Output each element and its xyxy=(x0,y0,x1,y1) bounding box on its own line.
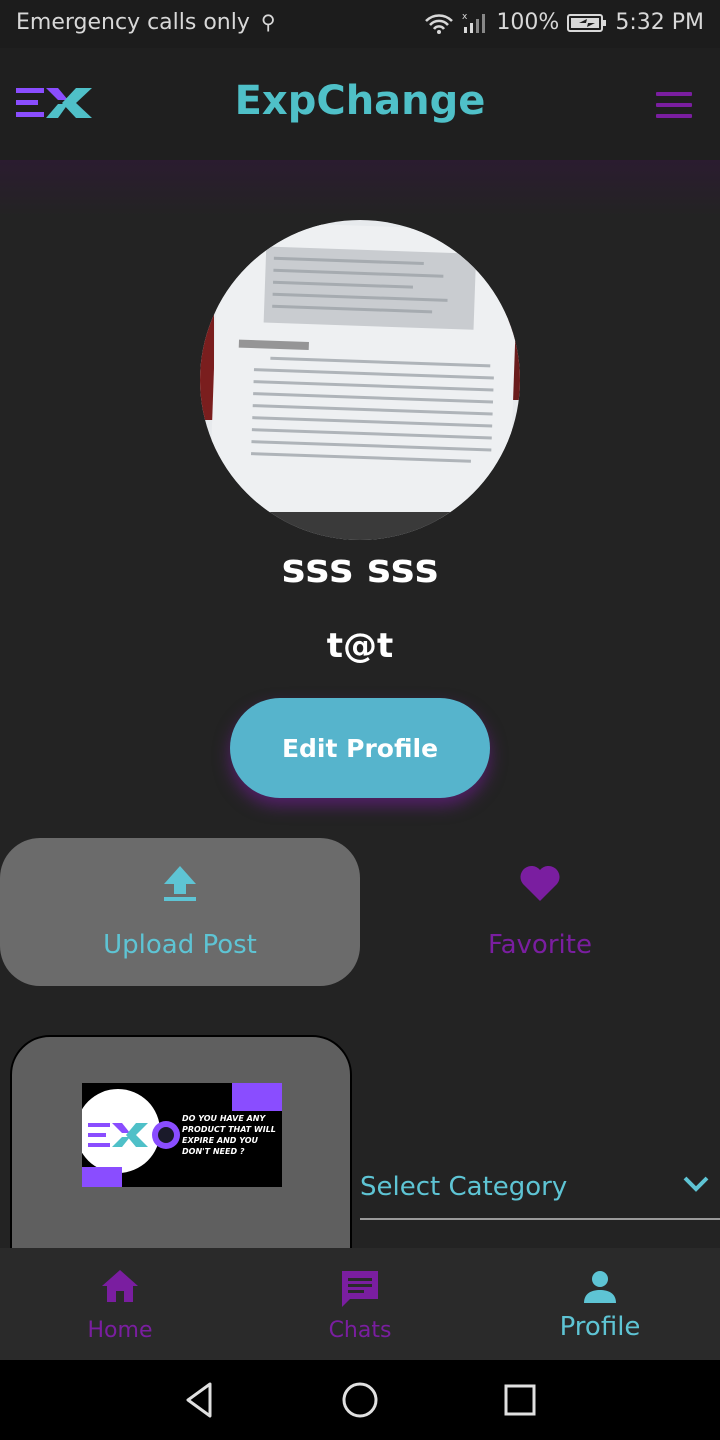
clock-text: 5:32 PM xyxy=(615,10,704,35)
svg-text:x: x xyxy=(462,12,468,22)
nav-profile[interactable]: Profile xyxy=(480,1248,720,1360)
status-left: Emergency calls only ⚲ xyxy=(16,10,276,35)
hamburger-menu-icon[interactable] xyxy=(656,92,692,120)
home-icon xyxy=(102,1270,138,1302)
upload-icon xyxy=(164,866,196,901)
status-bar: Emergency calls only ⚲ x 100% 5:32 PM xyxy=(0,0,720,48)
home-circle-icon[interactable] xyxy=(340,1380,380,1420)
signal-icon: x xyxy=(462,12,486,33)
edit-profile-button[interactable]: Edit Profile xyxy=(230,698,490,798)
expchange-logo-icon xyxy=(88,1121,180,1149)
battery-text: 100% xyxy=(496,10,560,35)
chat-icon xyxy=(342,1271,378,1307)
avatar-document-photo xyxy=(209,220,519,522)
category-label: Select Category xyxy=(360,1172,568,1202)
nav-home-label: Home xyxy=(87,1318,153,1343)
nav-chats[interactable]: Chats xyxy=(240,1248,480,1360)
nav-home[interactable]: Home xyxy=(0,1248,240,1360)
app-title: ExpChange xyxy=(234,78,486,124)
carrier-text: Emergency calls only xyxy=(16,10,250,35)
tab-favorite-label: Favorite xyxy=(488,930,592,960)
post-image-text: DO YOU HAVE ANY PRODUCT THAT WILL EXPIRE… xyxy=(182,1114,276,1156)
bottom-navigation: Home Chats Profile xyxy=(0,1248,720,1360)
recents-icon[interactable] xyxy=(500,1380,540,1420)
profile-avatar[interactable] xyxy=(200,220,520,540)
category-select[interactable]: Select Category xyxy=(360,1160,720,1220)
app-bar: ExpChange xyxy=(0,48,720,160)
battery-icon xyxy=(567,13,607,32)
post-image: DO YOU HAVE ANY PRODUCT THAT WILL EXPIRE… xyxy=(82,1083,282,1187)
profile-name: sss sss xyxy=(281,546,439,592)
tab-upload-post[interactable]: Upload Post xyxy=(0,838,360,986)
chevron-down-icon xyxy=(683,1176,709,1192)
nav-chats-label: Chats xyxy=(328,1318,392,1343)
tab-favorite[interactable]: Favorite xyxy=(360,838,720,986)
tab-upload-label: Upload Post xyxy=(103,930,257,960)
person-icon xyxy=(584,1271,616,1303)
status-right: x 100% 5:32 PM xyxy=(424,10,704,35)
back-icon[interactable] xyxy=(180,1380,220,1420)
profile-email: t@t xyxy=(326,626,394,666)
usb-icon: ⚲ xyxy=(260,10,276,34)
wifi-icon xyxy=(425,13,454,34)
header-shadow xyxy=(0,160,720,216)
nav-profile-label: Profile xyxy=(559,1312,641,1342)
system-navigation-bar xyxy=(0,1360,720,1440)
heart-icon xyxy=(520,865,560,901)
